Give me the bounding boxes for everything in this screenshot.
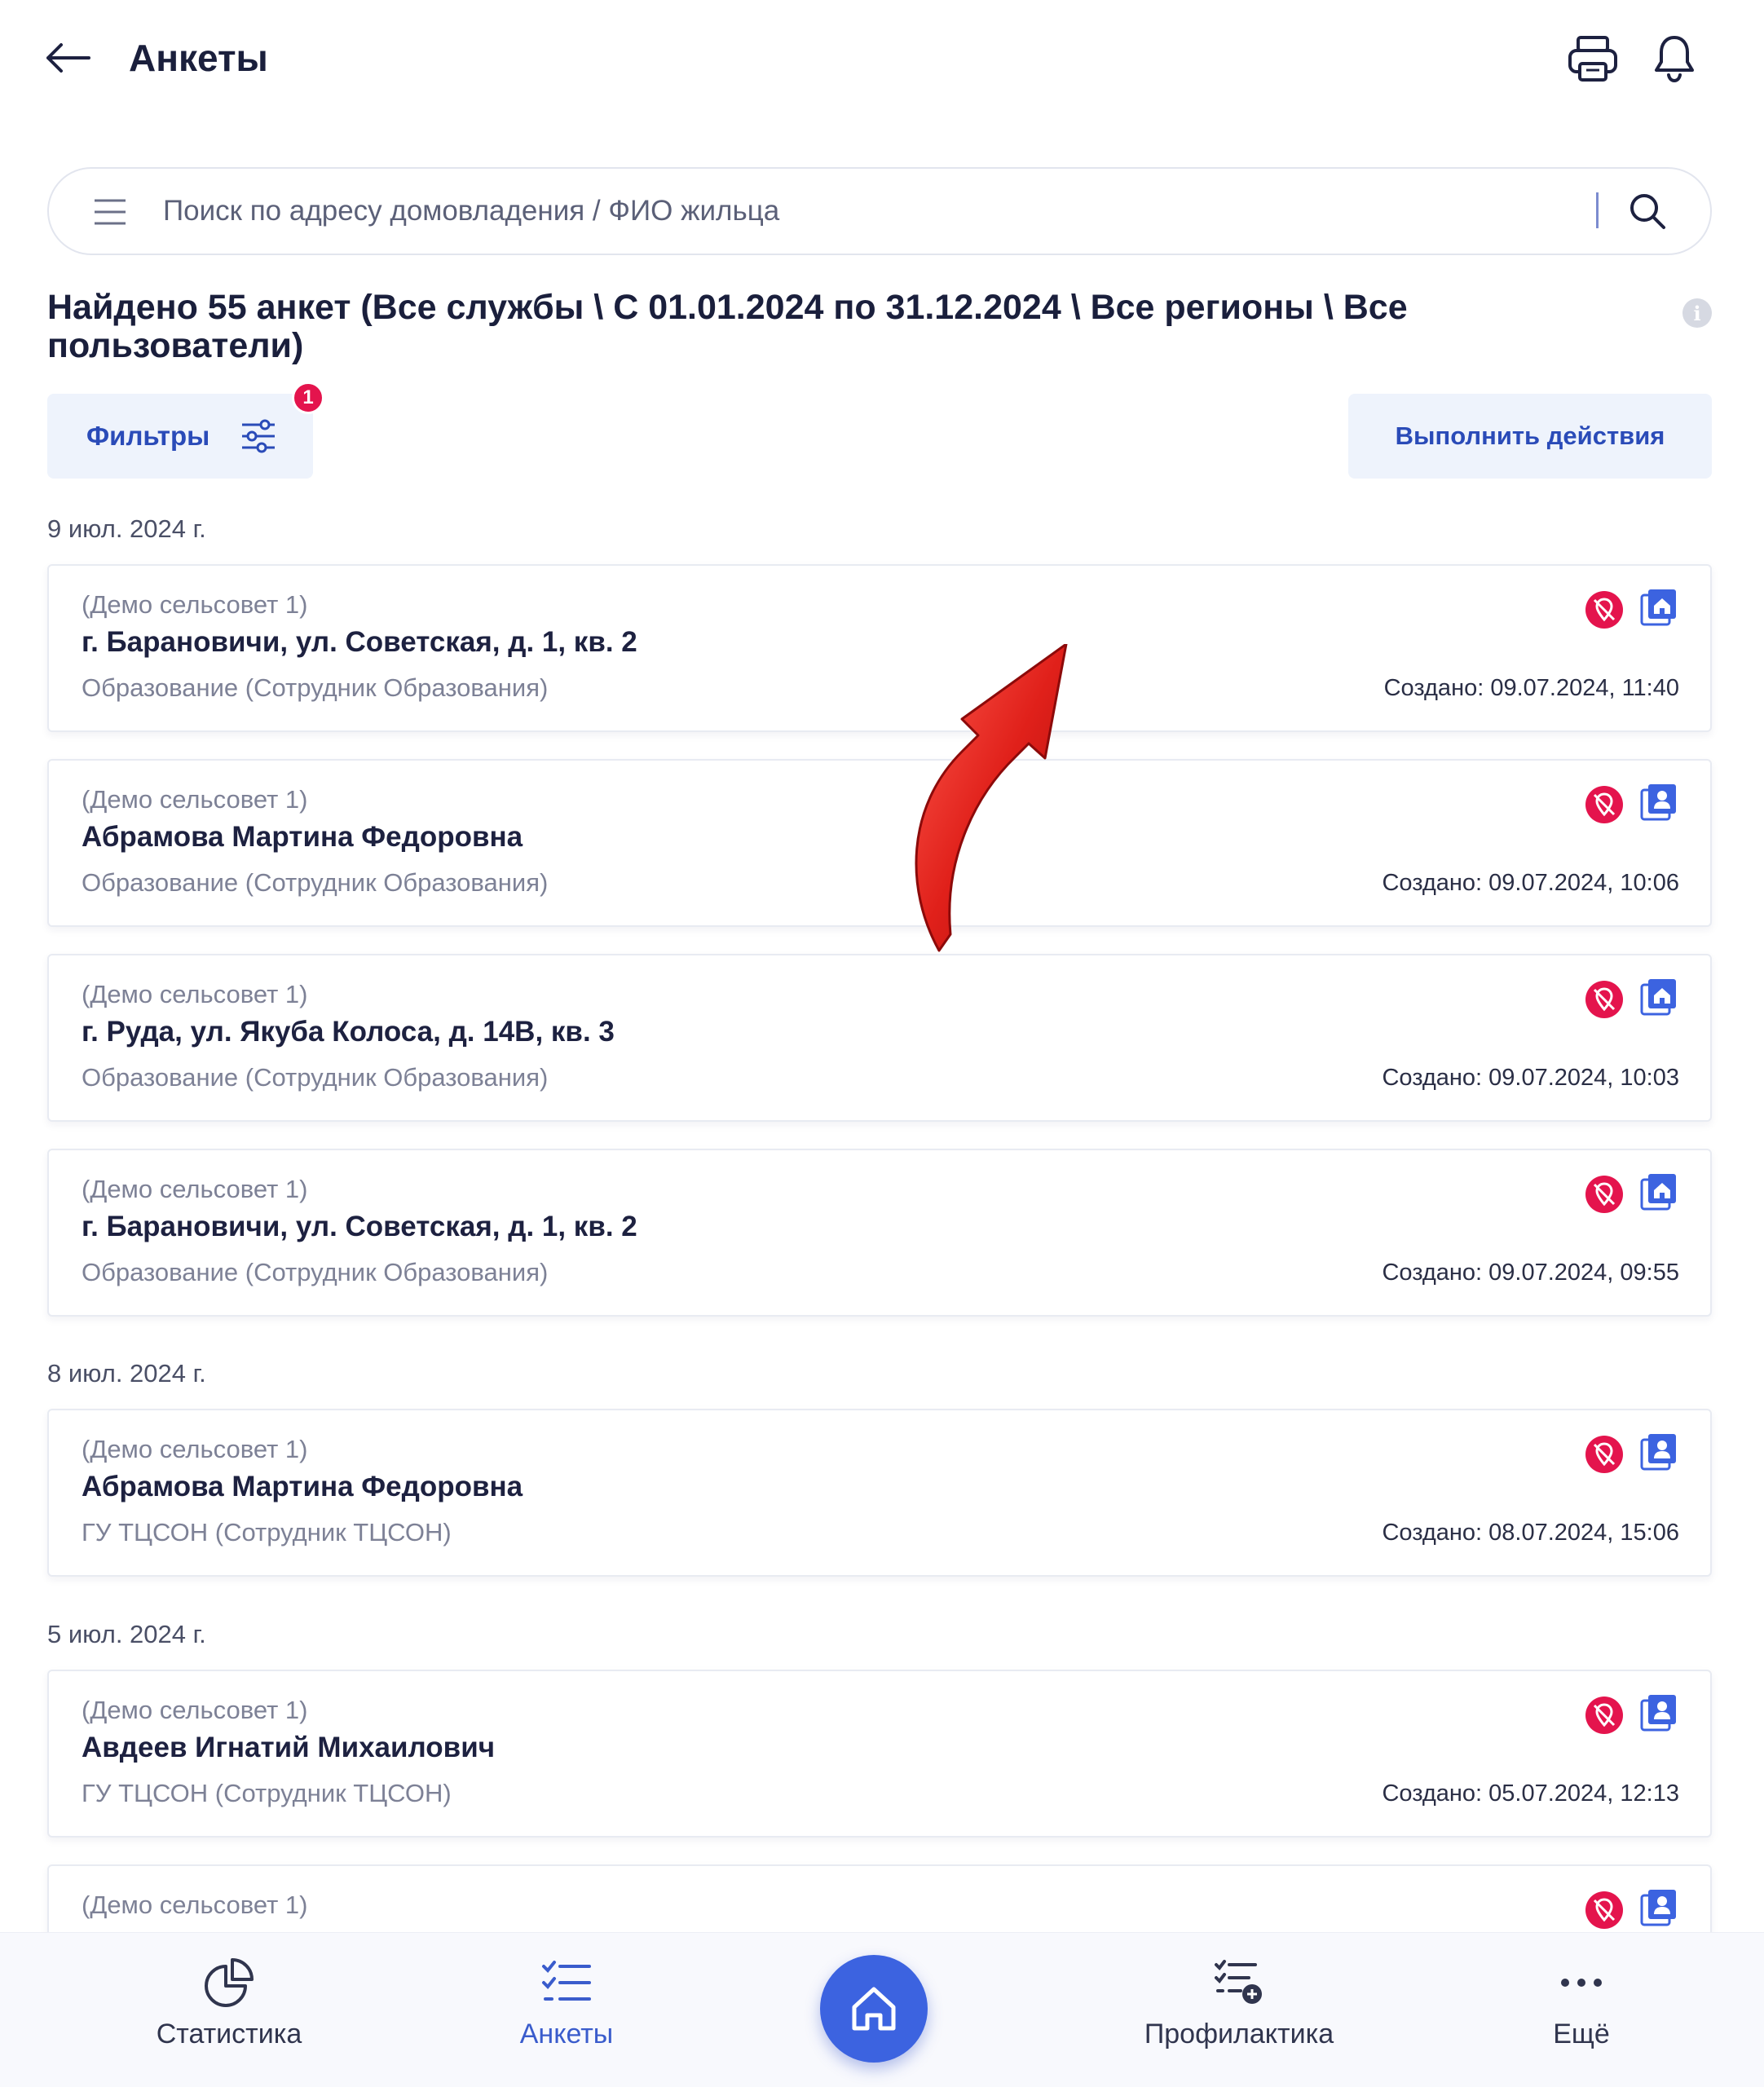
card-title: г. Руда, ул. Якуба Колоса, д. 14В, кв. 3 (82, 1016, 615, 1048)
card-organization: (Демо сельсовет 1) (82, 785, 308, 814)
sliders-icon (242, 419, 276, 453)
card-organization: (Демо сельсовет 1) (82, 980, 308, 1008)
filters-button[interactable]: Фильтры (47, 394, 313, 479)
home-icon (852, 1987, 896, 2031)
filters-count-badge: 1 (292, 382, 324, 414)
checklist-add-icon (1215, 1960, 1262, 2004)
card-organization: (Демо сельсовет 1) (82, 1696, 308, 1724)
no-location-icon[interactable] (1585, 785, 1624, 824)
card-organization: (Демо сельсовет 1) (82, 590, 308, 619)
card-created-date: Создано: 09.07.2024, 09:55 (1382, 1260, 1679, 1286)
card-service: Образование (Сотрудник Образования) (82, 1258, 549, 1286)
search-input[interactable] (163, 186, 1565, 236)
person-book-icon[interactable] (1638, 1887, 1679, 1928)
card-title: г. Барановичи, ул. Советская, д. 1, кв. … (82, 1211, 637, 1242)
card-title: Авдеев Игнатий Михаилович (82, 1732, 496, 1763)
house-book-icon[interactable] (1638, 977, 1679, 1017)
date-header: 5 июл. 2024 г. (47, 1620, 206, 1648)
card-title: г. Барановичи, ул. Советская, д. 1, кв. … (82, 626, 637, 658)
nav-prevention-label: Профилактика (1144, 2019, 1334, 2049)
house-book-icon[interactable] (1638, 587, 1679, 628)
person-book-icon[interactable] (1638, 782, 1679, 823)
survey-card[interactable]: (Демо сельсовет 1) Абрамова Мартина Федо… (47, 1409, 1712, 1577)
card-title: Абрамова Мартина Федоровна (82, 1471, 523, 1502)
card-organization: (Демо сельсовет 1) (82, 1175, 308, 1203)
nav-statistics-label: Статистика (156, 2019, 302, 2049)
nav-more[interactable]: Ещё (1459, 1957, 1704, 2063)
card-organization: (Демо сельсовет 1) (82, 1891, 308, 1919)
no-location-icon[interactable] (1585, 1696, 1624, 1735)
survey-card[interactable]: (Демо сельсовет 1) г. Барановичи, ул. Со… (47, 564, 1712, 732)
card-service: Образование (Сотрудник Образования) (82, 673, 549, 702)
survey-card[interactable]: (Демо сельсовет 1) Абрамова Мартина Федо… (47, 759, 1712, 927)
hamburger-menu-icon[interactable] (90, 196, 130, 228)
survey-card[interactable]: (Демо сельсовет 1) Авдеев Игнатий Михаил… (47, 1670, 1712, 1838)
print-button[interactable] (1563, 29, 1622, 88)
card-service: Образование (Сотрудник Образования) (82, 1063, 549, 1092)
perform-actions-label: Выполнить действия (1395, 421, 1665, 450)
search-icon (1630, 194, 1665, 229)
nav-surveys-label: Анкеты (519, 2019, 614, 2049)
bell-icon (1655, 36, 1694, 83)
survey-card[interactable]: (Демо сельсовет 1) г. Барановичи, ул. Со… (47, 1149, 1712, 1317)
card-created-date: Создано: 08.07.2024, 15:06 (1382, 1520, 1679, 1546)
perform-actions-button[interactable]: Выполнить действия (1348, 394, 1712, 479)
nav-more-label: Ещё (1553, 2019, 1610, 2049)
nav-prevention[interactable]: Профилактика (1117, 1957, 1361, 2063)
person-book-icon[interactable] (1638, 1692, 1679, 1733)
pie-chart-icon (205, 1958, 254, 2007)
card-created-date: Создано: 09.07.2024, 10:06 (1382, 870, 1679, 896)
person-book-icon[interactable] (1638, 1432, 1679, 1472)
printer-icon (1568, 36, 1617, 82)
survey-card[interactable]: (Демо сельсовет 1) г. Руда, ул. Якуба Ко… (47, 954, 1712, 1122)
results-summary: Найдено 55 анкет (Все службы \ С 01.01.2… (47, 288, 1408, 365)
filters-label: Фильтры (86, 421, 210, 451)
date-header: 8 июл. 2024 г. (47, 1359, 206, 1388)
nav-surveys[interactable]: Анкеты (444, 1957, 689, 2063)
search-button[interactable] (1622, 186, 1673, 236)
house-book-icon[interactable] (1638, 1171, 1679, 1212)
card-service: ГУ ТЦСОН (Сотрудник ТЦСОН) (82, 1518, 452, 1546)
page-title: Анкеты (129, 37, 268, 79)
no-location-icon[interactable] (1585, 1435, 1624, 1474)
card-title: Абрамова Мартина Федоровна (82, 821, 523, 853)
no-location-icon[interactable] (1585, 1175, 1624, 1214)
home-button[interactable] (820, 1955, 928, 2063)
card-created-date: Создано: 09.07.2024, 11:40 (1383, 675, 1679, 701)
card-organization: (Демо сельсовет 1) (82, 1435, 308, 1463)
no-location-icon[interactable] (1585, 980, 1624, 1019)
search-divider (1596, 192, 1599, 228)
nav-statistics[interactable]: Статистика (107, 1957, 351, 2063)
curved-arrow-annotation (915, 644, 1068, 952)
arrow-left-icon (46, 43, 90, 73)
back-button[interactable] (42, 33, 93, 83)
date-header: 9 июл. 2024 г. (47, 514, 206, 543)
card-service: ГУ ТЦСОН (Сотрудник ТЦСОН) (82, 1779, 452, 1807)
card-created-date: Создано: 05.07.2024, 12:13 (1382, 1780, 1679, 1807)
card-service: Образование (Сотрудник Образования) (82, 868, 549, 897)
more-dots-icon (1561, 1979, 1602, 1987)
card-created-date: Создано: 09.07.2024, 10:03 (1382, 1065, 1679, 1091)
info-icon[interactable]: i (1682, 298, 1712, 328)
no-location-icon[interactable] (1585, 1891, 1624, 1930)
notifications-button[interactable] (1645, 29, 1704, 88)
no-location-icon[interactable] (1585, 590, 1624, 629)
checklist-icon (542, 1961, 591, 2001)
